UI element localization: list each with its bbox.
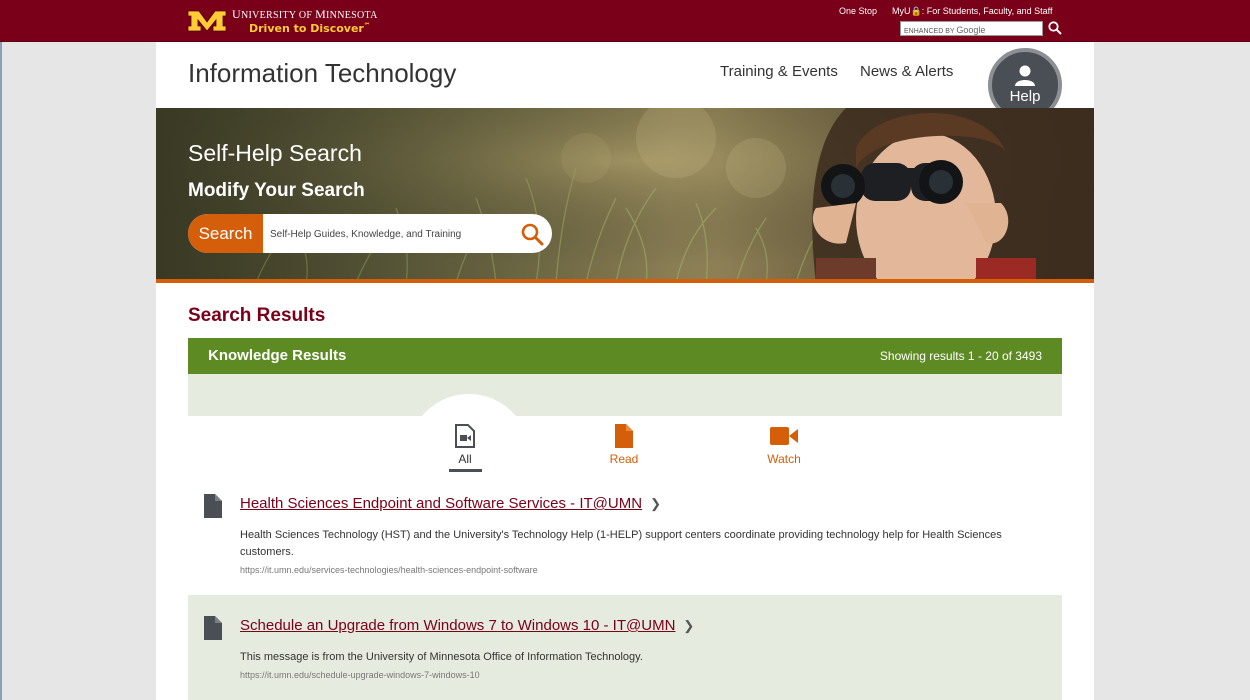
- university-header-bar: UNIVERSITY OF MINNESOTA Driven to Discov…: [0, 0, 1250, 42]
- filter-tabs-background: [188, 374, 1062, 416]
- video-camera-icon: [770, 427, 798, 445]
- list-item: Schedule an Upgrade from Windows 7 to Wi…: [188, 595, 1062, 700]
- help-label: Help: [1009, 88, 1041, 105]
- result-title-link[interactable]: Health Sciences Endpoint and Software Se…: [240, 495, 661, 512]
- chevron-right-icon: ❯: [650, 496, 661, 511]
- tab-watch[interactable]: Watch: [744, 424, 824, 466]
- document-icon: [615, 424, 633, 448]
- nav-news-alerts[interactable]: News & Alerts: [860, 63, 953, 80]
- self-help-search-form: Search: [188, 214, 552, 253]
- result-title: Health Sciences Endpoint and Software Se…: [240, 495, 643, 512]
- nav-training-events[interactable]: Training & Events: [720, 63, 838, 80]
- result-url: https://it.umn.edu/schedule-upgrade-wind…: [240, 670, 480, 680]
- knowledge-results-bar: Knowledge Results Showing results 1 - 20…: [188, 338, 1062, 374]
- block-m-logo-icon[interactable]: [187, 9, 227, 33]
- video-file-icon: [455, 424, 475, 448]
- google-search-input[interactable]: ENHANCED BY Google: [900, 21, 1043, 36]
- univ-name-part: NIVERSITY OF: [240, 10, 316, 21]
- tab-read[interactable]: Read: [584, 424, 664, 466]
- search-icon[interactable]: [1048, 21, 1062, 35]
- girl-with-binoculars: [812, 108, 1094, 279]
- univ-name-part: M: [315, 7, 327, 21]
- self-help-search-input[interactable]: [270, 223, 510, 245]
- one-stop-link[interactable]: One Stop: [839, 6, 877, 16]
- result-title: Schedule an Upgrade from Windows 7 to Wi…: [240, 617, 676, 634]
- document-icon: [204, 616, 222, 640]
- myu-label: MyU: [892, 6, 911, 16]
- main-page: Information Technology Training & Events…: [156, 42, 1094, 700]
- hero-heading: Self-Help Search: [188, 140, 362, 166]
- search-submit-icon[interactable]: [520, 222, 544, 246]
- results-count: Showing results 1 - 20 of 3493: [879, 349, 1042, 363]
- list-item: Health Sciences Endpoint and Software Se…: [188, 482, 1062, 582]
- knowledge-results-title: Knowledge Results: [208, 347, 347, 364]
- google-brand: Google: [956, 25, 986, 35]
- document-icon: [204, 494, 222, 518]
- window-edge: [0, 0, 2, 700]
- user-icon: [1015, 65, 1035, 86]
- search-results-heading: Search Results: [188, 305, 326, 326]
- tab-all[interactable]: All: [425, 424, 505, 472]
- result-description: This message is from the University of M…: [240, 651, 643, 663]
- active-tab-underline: [448, 469, 482, 472]
- lock-icon: 🔒: [910, 6, 922, 16]
- google-enhanced-label: ENHANCED BY: [904, 28, 955, 35]
- hero-subheading: Modify Your Search: [188, 180, 365, 201]
- tab-all-label: All: [458, 452, 472, 466]
- tagline-text: Driven to Discover: [249, 22, 364, 35]
- myu-suffix: : For Students, Faculty, and Staff: [921, 6, 1053, 16]
- univ-name-part: U: [232, 7, 241, 21]
- tab-watch-label: Watch: [767, 452, 801, 466]
- univ-name-part: INNESOTA: [326, 10, 378, 21]
- university-name[interactable]: UNIVERSITY OF MINNESOTA: [232, 7, 378, 22]
- tab-read-label: Read: [609, 452, 639, 466]
- tagline: Driven to Discover℠: [249, 22, 370, 35]
- result-url: https://it.umn.edu/services-technologies…: [240, 565, 538, 575]
- result-title-link[interactable]: Schedule an Upgrade from Windows 7 to Wi…: [240, 617, 694, 634]
- hero-banner: Self-Help Search Modify Your Search Sear…: [156, 108, 1094, 283]
- search-button-label[interactable]: Search: [188, 214, 263, 253]
- myu-link[interactable]: MyU🔒: For Students, Faculty, and Staff: [892, 6, 1052, 17]
- site-title[interactable]: Information Technology: [188, 58, 456, 89]
- chevron-right-icon: ❯: [683, 618, 695, 633]
- service-mark: ℠: [363, 22, 370, 29]
- result-description: Health Sciences Technology (HST) and the…: [240, 529, 1002, 558]
